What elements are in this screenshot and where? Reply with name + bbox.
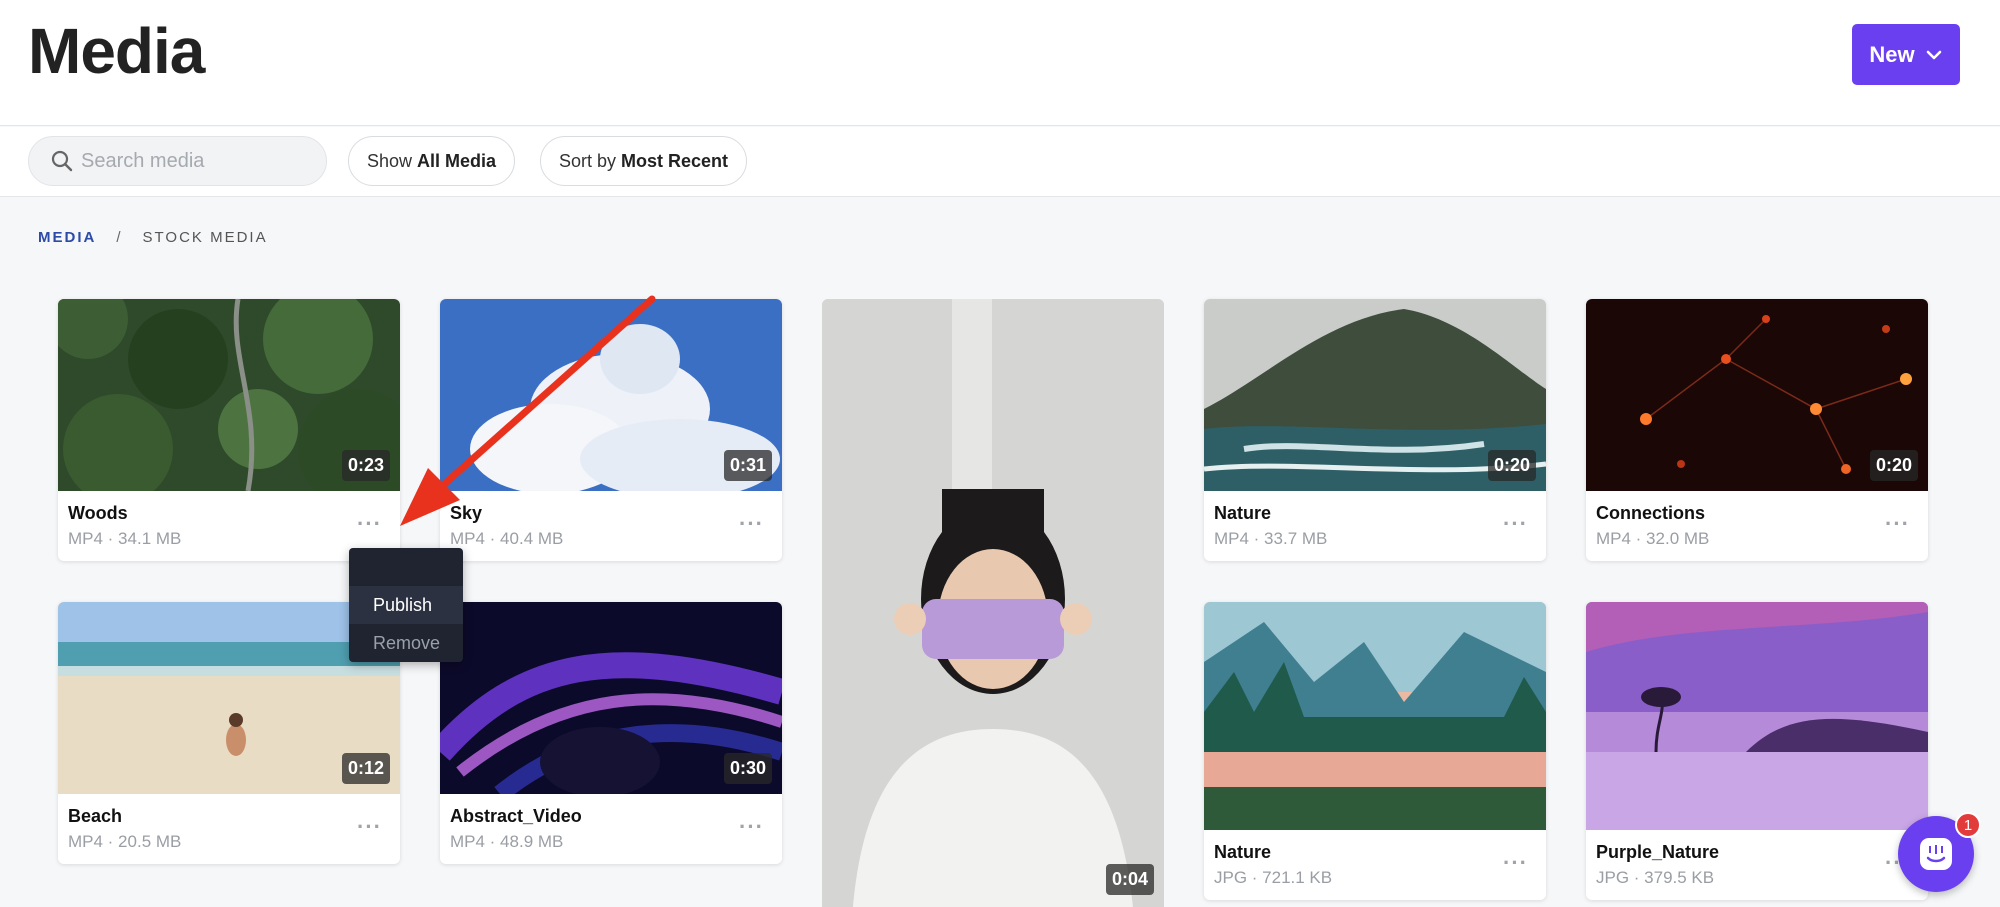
media-card-nature[interactable]: 0:20 Nature MP4 · 33.7 MB ··· [1204,299,1546,561]
more-options-icon[interactable]: ··· [739,816,764,838]
media-info: MP4 · 40.4 MB [450,529,564,548]
media-card-connections[interactable]: 0:20 Connections MP4 · 32.0 MB ··· [1586,299,1928,561]
thumbnail-portrait[interactable] [822,299,1164,907]
more-options-icon[interactable]: ··· [1885,513,1910,535]
media-info: JPG · 721.1 KB [1214,868,1333,887]
thumbnail-abstract-video[interactable]: 0:30 [440,602,782,794]
media-info: MP4 · 20.5 MB [68,832,182,851]
new-button[interactable]: New [1852,24,1960,85]
context-menu: Publish Remove [349,548,463,662]
media-card-purple-nature[interactable]: Purple_Nature JPG · 379.5 KB ··· [1586,602,1928,900]
media-card-woods[interactable]: 0:23 Woods MP4 · 34.1 MB ··· [58,299,400,561]
duration-badge: 0:04 [1105,864,1154,895]
media-toolbar: Show All Media Sort by Most Recent [0,127,2000,197]
media-name: Woods [68,503,128,523]
breadcrumb-current: STOCK MEDIA [142,229,268,246]
duration-badge: 0:12 [341,753,390,784]
thumbnail-sky[interactable]: 0:31 [440,299,782,491]
sort-button[interactable]: Sort by Most Recent [540,136,748,186]
media-info: JPG · 379.5 KB [1596,868,1715,887]
remove-menu-item[interactable]: Remove [349,624,463,662]
media-info: MP4 · 33.7 MB [1214,529,1328,548]
media-name: Nature [1214,842,1272,862]
show-filter-prefix: Show [367,150,413,171]
more-options-icon[interactable]: ··· [357,513,382,535]
page-title: Media [28,15,205,87]
chevron-down-icon [1926,50,1941,59]
breadcrumb-media-link[interactable]: MEDIA [38,229,96,246]
duration-badge: 0:20 [1869,450,1918,481]
chat-icon [1920,838,1952,870]
media-name: Abstract_Video [450,806,582,826]
media-info: MP4 · 48.9 MB [450,832,564,851]
media-name: Purple_Nature [1596,842,1720,862]
new-button-label: New [1869,41,1915,67]
search-icon [51,150,73,172]
search-input[interactable] [81,149,311,173]
thumbnail-woods[interactable]: 0:23 [58,299,400,491]
thumbnail-connections[interactable]: 0:20 [1586,299,1928,491]
show-filter-button[interactable]: Show All Media [348,136,516,186]
breadcrumb: MEDIA / STOCK MEDIA [38,229,268,246]
search-box[interactable] [28,136,327,186]
publish-menu-item[interactable]: Publish [349,586,463,624]
media-card-portrait[interactable]: 0:04 [822,299,1164,907]
media-name: Nature [1214,503,1272,523]
media-card-nature-image[interactable]: Nature JPG · 721.1 KB ··· [1204,602,1546,900]
media-card-abstract-video[interactable]: 0:30 Abstract_Video MP4 · 48.9 MB ··· [440,602,782,864]
thumbnail-nature[interactable]: 0:20 [1204,299,1546,491]
notification-badge: 1 [1955,812,1981,838]
more-options-icon[interactable]: ··· [739,513,764,535]
thumbnail-nature-image[interactable] [1204,602,1546,830]
page-header: Media New [0,0,2000,126]
media-info: MP4 · 32.0 MB [1596,529,1710,548]
duration-badge: 0:20 [1487,450,1536,481]
more-options-icon[interactable]: ··· [1503,513,1528,535]
media-name: Connections [1596,503,1706,523]
duration-badge: 0:30 [723,753,772,784]
duration-badge: 0:23 [341,450,390,481]
more-options-icon[interactable]: ··· [357,816,382,838]
sort-value: Most Recent [621,150,729,171]
media-card-sky[interactable]: 0:31 Sky MP4 · 40.4 MB ··· [440,299,782,561]
more-options-icon[interactable]: ··· [1503,852,1528,874]
duration-badge: 0:31 [723,450,772,481]
show-filter-value: All Media [417,150,497,171]
sort-prefix: Sort by [559,150,617,171]
media-name: Sky [450,503,483,523]
thumbnail-purple-nature[interactable] [1586,602,1928,830]
breadcrumb-separator: / [116,229,123,246]
media-info: MP4 · 34.1 MB [68,529,182,548]
media-name: Beach [68,806,123,826]
